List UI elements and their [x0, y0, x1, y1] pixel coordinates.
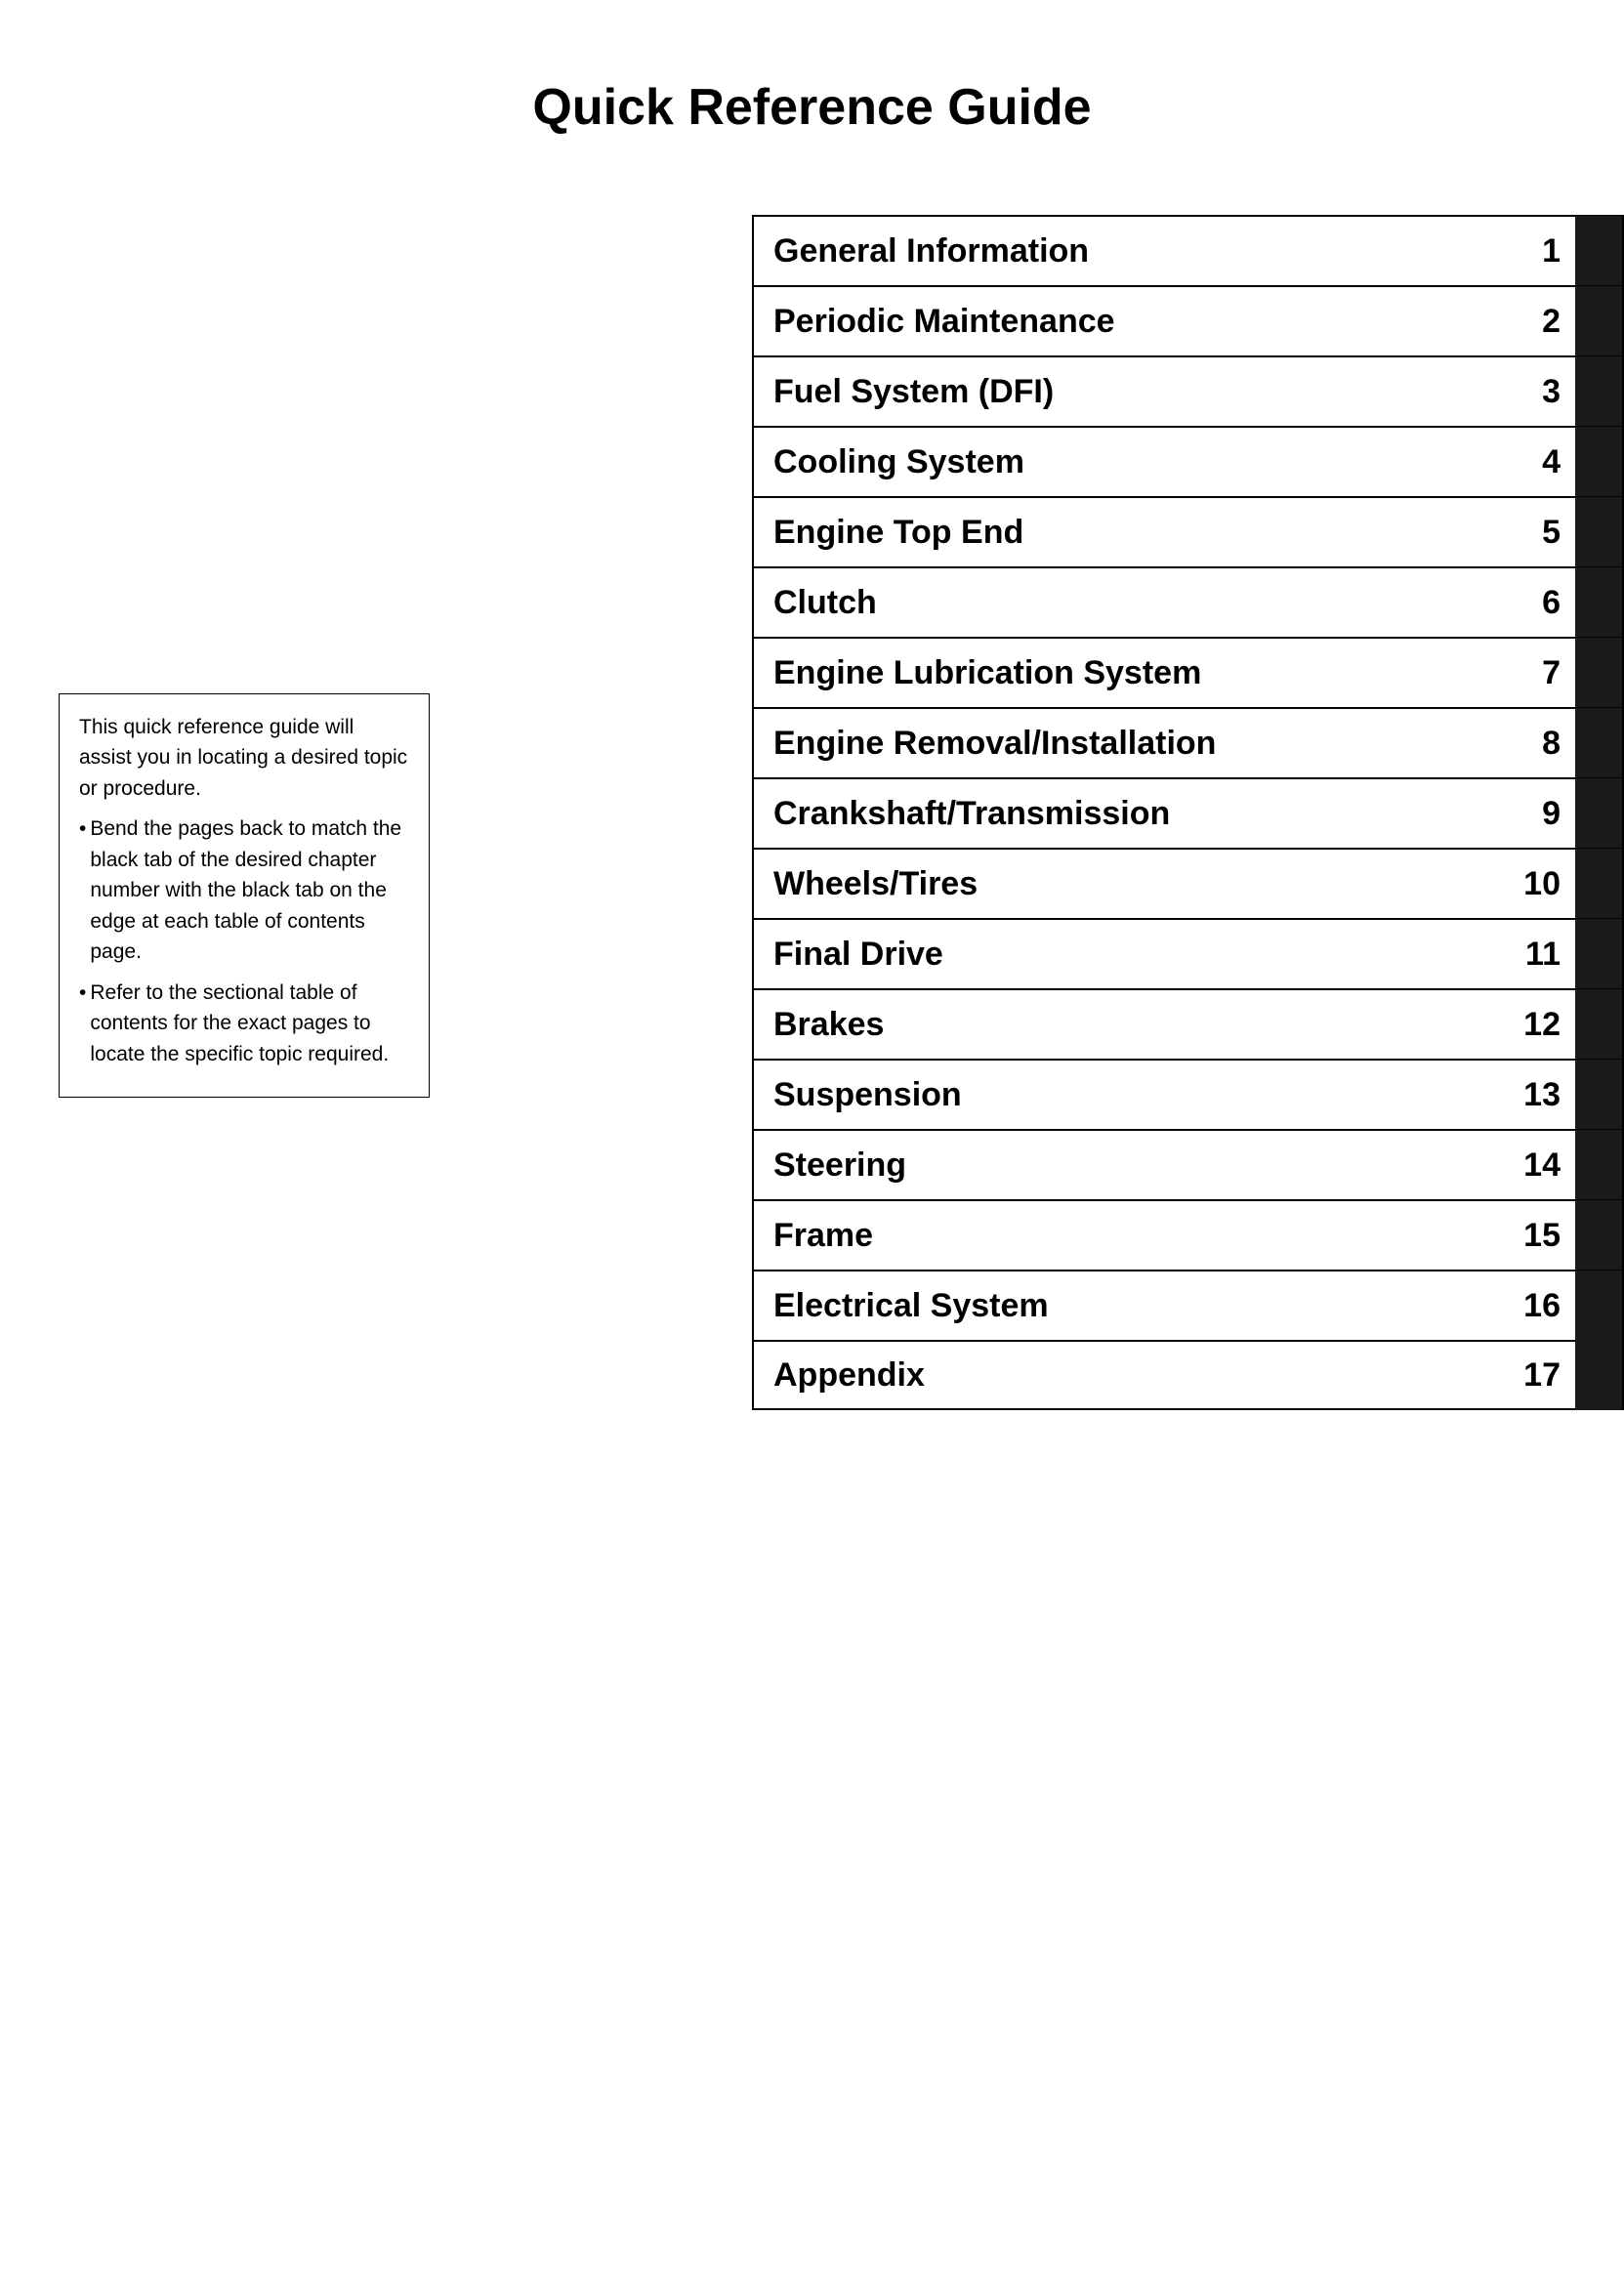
- toc-label: General Information: [754, 232, 1492, 271]
- toc-tab: [1575, 286, 1622, 356]
- toc-row[interactable]: Appendix17: [752, 1340, 1624, 1410]
- toc-label: Engine Top End: [754, 514, 1492, 552]
- toc-row[interactable]: Frame15: [752, 1199, 1624, 1270]
- toc-row[interactable]: Wheels/Tires10: [752, 848, 1624, 918]
- toc-tab: [1575, 567, 1622, 638]
- toc-row[interactable]: Fuel System (DFI)3: [752, 355, 1624, 426]
- sidebar-bullet-1: Bend the pages back to match the black t…: [79, 813, 409, 968]
- toc-label: Electrical System: [754, 1287, 1492, 1325]
- toc-tab: [1575, 356, 1622, 427]
- toc-row[interactable]: Clutch6: [752, 566, 1624, 637]
- toc-label: Engine Removal/Installation: [754, 725, 1492, 763]
- toc-row[interactable]: Suspension13: [752, 1059, 1624, 1129]
- toc-number: 5: [1492, 514, 1570, 552]
- toc-label: Engine Lubrication System: [754, 654, 1492, 692]
- toc-row[interactable]: Brakes12: [752, 988, 1624, 1059]
- toc-row[interactable]: Cooling System4: [752, 426, 1624, 496]
- toc-number: 9: [1492, 795, 1570, 833]
- toc-number: 8: [1492, 725, 1570, 763]
- toc-tab: [1575, 427, 1622, 497]
- toc-row[interactable]: Final Drive11: [752, 918, 1624, 988]
- toc-label: Wheels/Tires: [754, 865, 1492, 903]
- toc-label: Frame: [754, 1217, 1492, 1255]
- toc-row[interactable]: Engine Top End5: [752, 496, 1624, 566]
- toc-number: 15: [1492, 1217, 1570, 1255]
- toc-number: 16: [1492, 1287, 1570, 1325]
- toc-tab: [1575, 989, 1622, 1060]
- toc-number: 12: [1492, 1006, 1570, 1044]
- page-title: Quick Reference Guide: [0, 78, 1624, 137]
- toc-tab: [1575, 1271, 1622, 1341]
- toc-label: Periodic Maintenance: [754, 303, 1492, 341]
- sidebar-intro: This quick reference guide will assist y…: [79, 712, 409, 805]
- toc-label: Brakes: [754, 1006, 1492, 1044]
- toc-label: Crankshaft/Transmission: [754, 795, 1492, 833]
- toc-tab: [1575, 778, 1622, 849]
- toc-number: 10: [1492, 865, 1570, 903]
- toc-row[interactable]: Steering14: [752, 1129, 1624, 1199]
- toc-row[interactable]: Crankshaft/Transmission9: [752, 777, 1624, 848]
- toc-number: 7: [1492, 654, 1570, 692]
- toc-number: 1: [1492, 232, 1570, 271]
- toc-tab: [1575, 1340, 1622, 1410]
- sidebar-bullet-2: Refer to the sectional table of contents…: [79, 978, 409, 1070]
- toc-tab: [1575, 1130, 1622, 1200]
- toc-row[interactable]: Periodic Maintenance2: [752, 285, 1624, 355]
- toc-row[interactable]: Engine Lubrication System7: [752, 637, 1624, 707]
- toc-tab: [1575, 216, 1622, 286]
- content-area: General Information1Periodic Maintenance…: [0, 215, 1624, 1410]
- toc-tab: [1575, 638, 1622, 708]
- toc-tab: [1575, 1200, 1622, 1271]
- toc-label: Suspension: [754, 1076, 1492, 1114]
- toc-label: Steering: [754, 1146, 1492, 1185]
- toc-label: Fuel System (DFI): [754, 373, 1492, 411]
- sidebar-note: This quick reference guide will assist y…: [59, 693, 430, 1099]
- toc-number: 14: [1492, 1146, 1570, 1185]
- page-container: Quick Reference Guide General Informatio…: [0, 0, 1624, 2292]
- toc-number: 4: [1492, 443, 1570, 481]
- toc-container: General Information1Periodic Maintenance…: [752, 215, 1624, 1410]
- toc-tab: [1575, 919, 1622, 989]
- toc-tab: [1575, 849, 1622, 919]
- toc-number: 17: [1492, 1356, 1570, 1395]
- toc-number: 11: [1492, 936, 1570, 974]
- toc-number: 6: [1492, 584, 1570, 622]
- toc-label: Appendix: [754, 1356, 1492, 1395]
- toc-tab: [1575, 1060, 1622, 1130]
- toc-tab: [1575, 708, 1622, 778]
- toc-number: 3: [1492, 373, 1570, 411]
- toc-row[interactable]: General Information1: [752, 215, 1624, 285]
- toc-label: Cooling System: [754, 443, 1492, 481]
- toc-number: 2: [1492, 303, 1570, 341]
- toc-number: 13: [1492, 1076, 1570, 1114]
- toc-label: Clutch: [754, 584, 1492, 622]
- toc-tab: [1575, 497, 1622, 567]
- toc-label: Final Drive: [754, 936, 1492, 974]
- toc-row[interactable]: Engine Removal/Installation8: [752, 707, 1624, 777]
- toc-row[interactable]: Electrical System16: [752, 1270, 1624, 1340]
